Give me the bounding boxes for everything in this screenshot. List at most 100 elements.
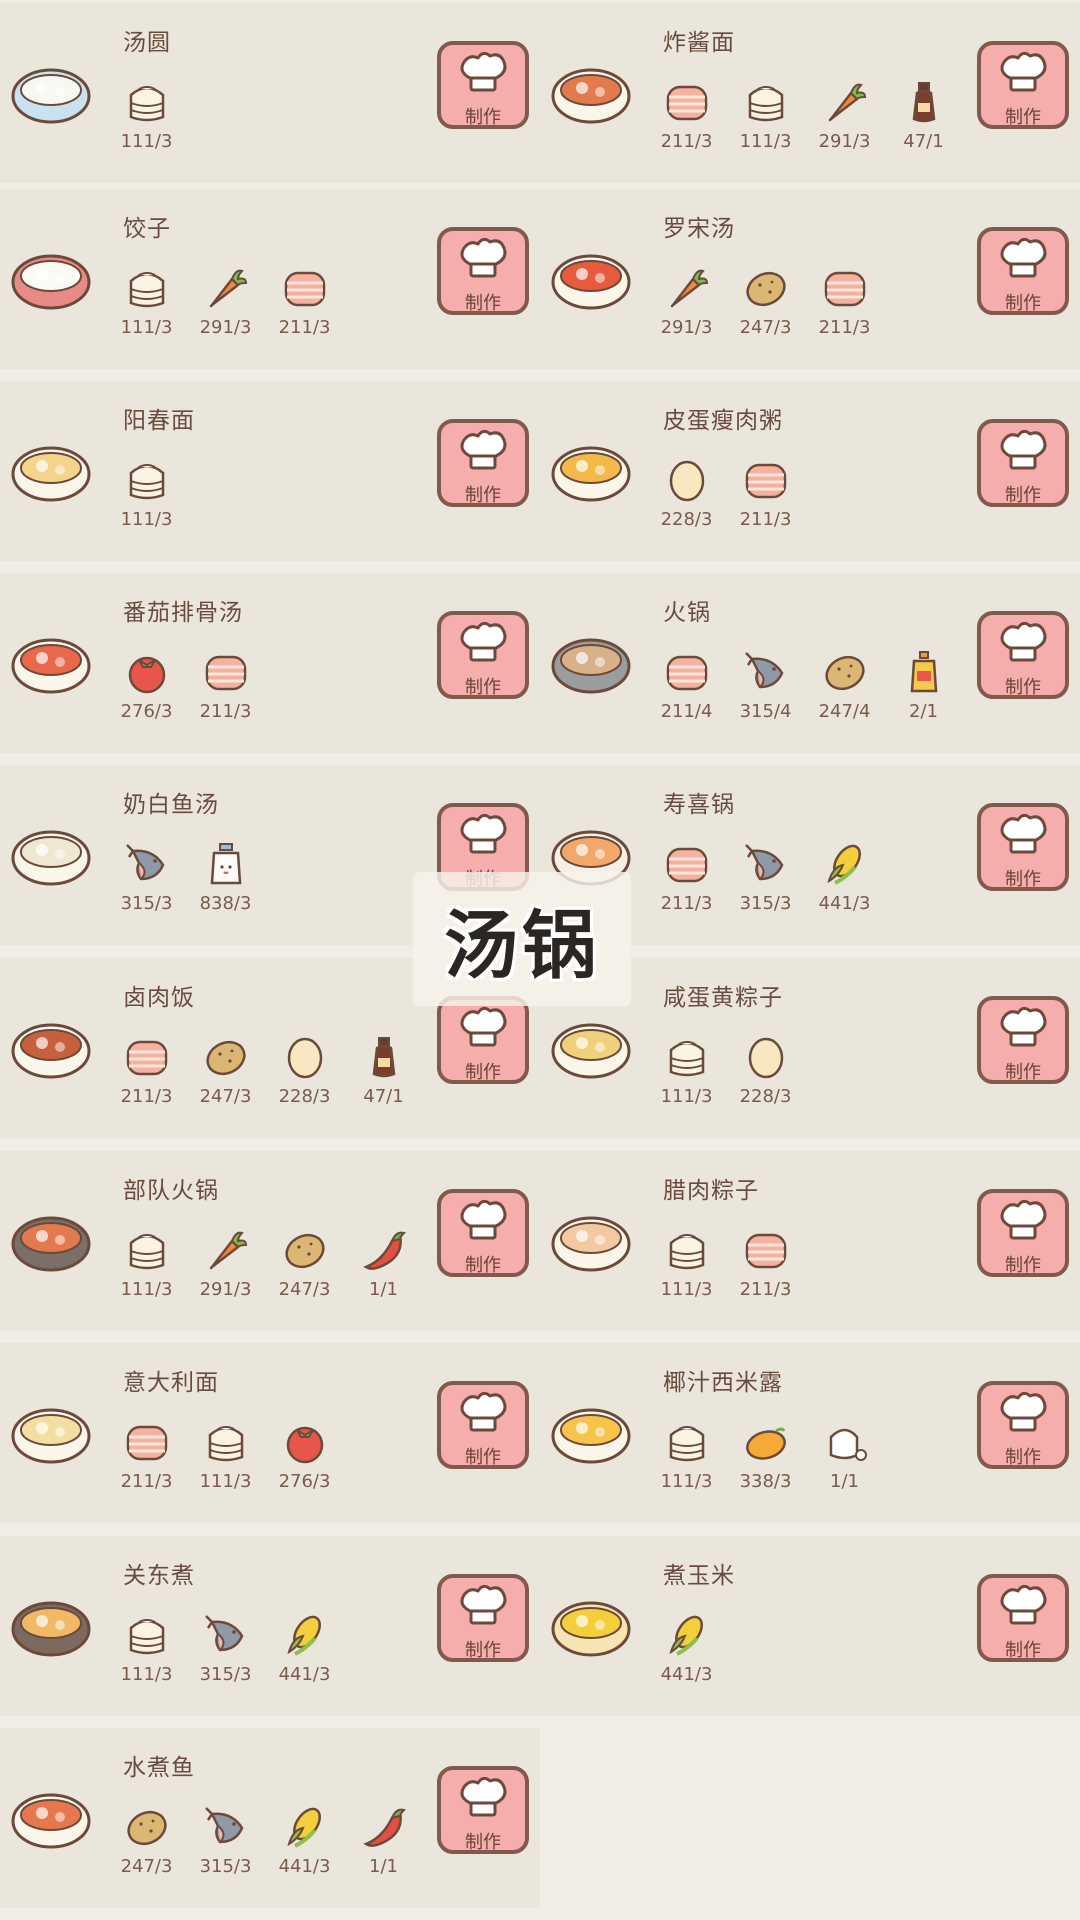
make-button[interactable]: 制作 [977, 419, 1069, 507]
dumplings-plate-icon [11, 254, 91, 310]
ingredient-qty: 247/3 [278, 1279, 331, 1300]
ingredient: 211/4 [647, 649, 726, 722]
ingredient: 111/3 [186, 1419, 265, 1492]
chef-hat-icon [996, 807, 1050, 863]
flour-sack-icon [663, 1034, 711, 1084]
ingredient-qty: 315/4 [739, 701, 792, 722]
make-button[interactable]: 制作 [437, 419, 529, 507]
potato-icon [742, 265, 790, 315]
ingredient-qty: 247/3 [199, 1086, 252, 1107]
make-button[interactable]: 制作 [977, 611, 1069, 699]
recipe-name: 椰汁西米露 [663, 1370, 783, 1396]
make-button[interactable]: 制作 [977, 1189, 1069, 1277]
make-button-label: 制作 [1005, 107, 1041, 128]
make-button[interactable]: 制作 [437, 1766, 529, 1854]
corn-icon [663, 1612, 711, 1662]
recipe-card: 阳春面 111/3 制作 [0, 381, 540, 561]
meat-icon [742, 1227, 790, 1277]
ingredient: 291/3 [647, 265, 726, 338]
ingredient: 111/3 [647, 1419, 726, 1492]
ingredient: 838/3 [186, 841, 265, 914]
make-button[interactable]: 制作 [437, 611, 529, 699]
ingredient-list: 111/3 338/3 1/1 [647, 1419, 884, 1492]
ingredient: 111/3 [107, 265, 186, 338]
recipe-card: 关东煮 111/3 315/3 441/3 制作 [0, 1536, 540, 1716]
ingredient-list: 211/3 111/3 276/3 [107, 1419, 344, 1492]
recipe-card: 炸酱面 211/3 111/3 291/3 47/1 制作 [540, 3, 1080, 183]
ingredient: 47/1 [344, 1034, 423, 1107]
ingredient-qty: 247/4 [818, 701, 871, 722]
make-button[interactable]: 制作 [437, 1574, 529, 1662]
potato-icon [281, 1227, 329, 1277]
make-button-label: 制作 [1005, 1640, 1041, 1661]
recipe-name: 番茄排骨汤 [123, 600, 243, 626]
ingredient-qty: 441/3 [278, 1664, 331, 1685]
potato-icon [202, 1034, 250, 1084]
flour-sack-icon [202, 1419, 250, 1469]
make-button[interactable]: 制作 [977, 996, 1069, 1084]
make-button[interactable]: 制作 [437, 1189, 529, 1277]
carrot-icon [821, 79, 869, 129]
ingredient-qty: 1/1 [369, 1279, 398, 1300]
ingredient-list: 247/3 315/3 441/3 1/1 [107, 1804, 423, 1877]
ingredient-qty: 247/3 [120, 1856, 173, 1877]
meat-icon [202, 649, 250, 699]
make-button-label: 制作 [465, 293, 501, 314]
ingredient-qty: 211/3 [739, 509, 792, 530]
mango-icon [742, 1419, 790, 1469]
recipe-name: 意大利面 [123, 1370, 219, 1396]
ingredient-qty: 247/3 [739, 317, 792, 338]
chef-hat-icon [996, 615, 1050, 671]
ingredient-qty: 211/4 [660, 701, 713, 722]
recipe-card: 煮玉米 441/3 制作 [540, 1536, 1080, 1716]
ingredient: 247/3 [726, 265, 805, 338]
meat-icon [123, 1034, 171, 1084]
hotpot-icon [551, 638, 631, 694]
recipe-name: 部队火锅 [123, 1178, 219, 1204]
potato-icon [821, 649, 869, 699]
make-button[interactable]: 制作 [977, 1574, 1069, 1662]
ingredient-list: 211/3 315/3 441/3 [647, 841, 884, 914]
make-button[interactable]: 制作 [437, 1381, 529, 1469]
ingredient: 247/3 [265, 1227, 344, 1300]
ingredient: 111/3 [647, 1034, 726, 1107]
make-button[interactable]: 制作 [977, 803, 1069, 891]
fish-icon [123, 841, 171, 891]
meat-icon [663, 649, 711, 699]
zhajiang-noodles-icon [551, 68, 631, 124]
make-button-label: 制作 [465, 1640, 501, 1661]
soy-sauce-icon [360, 1034, 408, 1084]
make-button[interactable]: 制作 [437, 41, 529, 129]
ingredient-list: 111/3 291/3 211/3 [107, 265, 344, 338]
meat-icon [123, 1419, 171, 1469]
ingredient-qty: 315/3 [199, 1856, 252, 1877]
ingredient: 441/3 [647, 1612, 726, 1685]
recipe-card: 番茄排骨汤 276/3 211/3 制作 [0, 573, 540, 753]
ingredient: 315/3 [186, 1612, 265, 1685]
boiled-corn-icon [551, 1601, 631, 1657]
tomato-icon [281, 1419, 329, 1469]
flour-sack-icon [123, 457, 171, 507]
ingredient-qty: 441/3 [818, 893, 871, 914]
ingredient-qty: 838/3 [199, 893, 252, 914]
recipe-name: 寿喜锅 [663, 792, 735, 818]
make-button[interactable]: 制作 [977, 1381, 1069, 1469]
make-button[interactable]: 制作 [977, 41, 1069, 129]
make-button[interactable]: 制作 [437, 227, 529, 315]
ingredient-qty: 276/3 [278, 1471, 331, 1492]
egg-icon [281, 1034, 329, 1084]
make-button[interactable]: 制作 [437, 996, 529, 1084]
ingredient: 441/3 [265, 1612, 344, 1685]
ingredient-list: 228/3 211/3 [647, 457, 805, 530]
ingredient: 211/3 [265, 265, 344, 338]
chef-hat-icon [456, 615, 510, 671]
ingredient: 247/3 [107, 1804, 186, 1877]
make-button[interactable]: 制作 [977, 227, 1069, 315]
ingredient: 47/1 [884, 79, 963, 152]
fish-icon [202, 1612, 250, 1662]
ingredient-qty: 111/3 [660, 1471, 713, 1492]
recipe-name: 罗宋汤 [663, 216, 735, 242]
ingredient-qty: 211/3 [120, 1471, 173, 1492]
ingredient: 315/4 [726, 649, 805, 722]
ingredient-qty: 228/3 [739, 1086, 792, 1107]
